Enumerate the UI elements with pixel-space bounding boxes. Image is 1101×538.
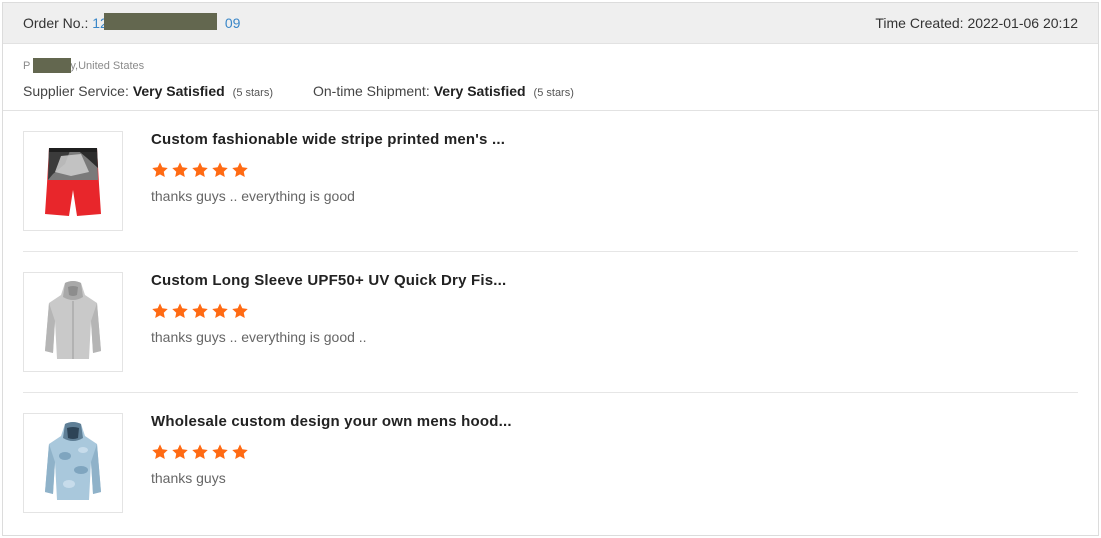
star-icon <box>172 162 188 178</box>
star-icon <box>212 162 228 178</box>
shipment-rating: On-time Shipment: Very Satisfied (5 star… <box>313 83 574 99</box>
star-icon <box>192 162 208 178</box>
review-text: thanks guys .. everything is good .. <box>151 329 367 345</box>
product-title[interactable]: Custom fashionable wide stripe printed m… <box>151 131 505 148</box>
camo-hoodie-icon <box>45 422 101 500</box>
star-icon <box>212 303 228 319</box>
order-header: Order No.: 12 09 Time Created: 2022-01-06… <box>3 3 1098 44</box>
star-icon <box>172 444 188 460</box>
product-rating-stars <box>151 161 249 179</box>
feedback-card: Order No.: 12 09 Time Created: 2022-01-06… <box>2 2 1099 536</box>
buyer-location: Py,United States <box>23 58 145 73</box>
time-created-label: Time Created: <box>875 15 964 31</box>
list-item: Custom Long Sleeve UPF50+ UV Quick Dry F… <box>23 252 1078 393</box>
star-icon <box>152 303 168 319</box>
review-text: thanks guys <box>151 470 226 486</box>
grey-hoodie-icon <box>45 281 101 359</box>
item-list: Custom fashionable wide stripe printed m… <box>3 111 1098 534</box>
order-number-redaction <box>104 13 218 30</box>
time-created: Time Created: 2022-01-06 20:12 <box>875 15 1078 31</box>
shipment-label: On-time Shipment: <box>313 83 430 99</box>
product-thumbnail[interactable] <box>23 272 123 372</box>
star-icon <box>152 444 168 460</box>
order-number-label: Order No.: <box>23 15 89 31</box>
order-ratings: Supplier Service: Very Satisfied (5 star… <box>23 83 1078 99</box>
time-created-value: 2022-01-06 20:12 <box>967 15 1078 31</box>
order-number: Order No.: 12 09 <box>23 13 240 31</box>
order-number-link[interactable]: 12 09 <box>92 13 240 31</box>
location-redaction <box>33 58 71 73</box>
shipment-stars: (5 stars) <box>533 87 574 99</box>
star-icon <box>232 162 248 178</box>
product-thumbnail[interactable] <box>23 413 123 513</box>
product-thumbnail[interactable] <box>23 131 123 231</box>
list-item: Wholesale custom design your own mens ho… <box>23 393 1078 534</box>
board-shorts-icon <box>45 148 101 216</box>
star-icon <box>192 444 208 460</box>
list-item: Custom fashionable wide stripe printed m… <box>23 111 1078 252</box>
product-title[interactable]: Custom Long Sleeve UPF50+ UV Quick Dry F… <box>151 272 506 289</box>
supplier-service-rating: Supplier Service: Very Satisfied (5 star… <box>23 83 273 99</box>
review-text: thanks guys .. everything is good <box>151 188 355 204</box>
product-rating-stars <box>151 443 249 461</box>
star-icon <box>152 162 168 178</box>
star-icon <box>172 303 188 319</box>
star-icon <box>232 444 248 460</box>
product-title[interactable]: Wholesale custom design your own mens ho… <box>151 413 512 430</box>
order-meta: Py,United States Supplier Service: Very … <box>3 44 1098 111</box>
supplier-service-value: Very Satisfied <box>132 83 225 99</box>
star-icon <box>232 303 248 319</box>
supplier-service-stars: (5 stars) <box>232 87 273 99</box>
star-icon <box>192 303 208 319</box>
star-icon <box>212 444 228 460</box>
supplier-service-label: Supplier Service: <box>23 83 129 99</box>
shipment-value: Very Satisfied <box>433 83 526 99</box>
product-rating-stars <box>151 302 249 320</box>
